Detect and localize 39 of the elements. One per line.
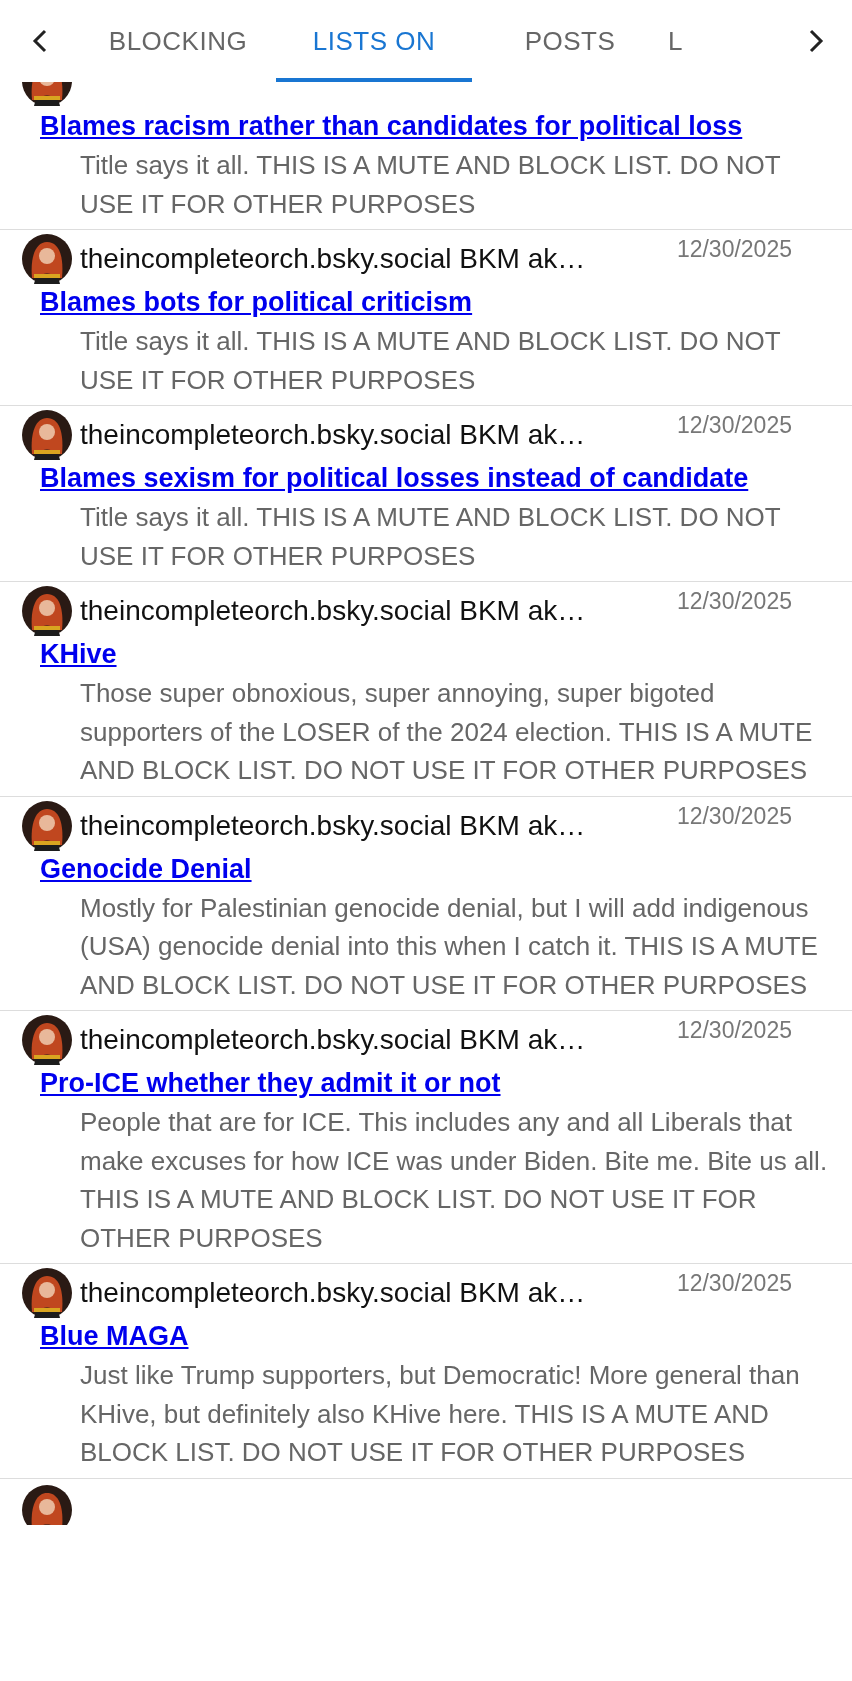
list-title-link[interactable]: Pro-ICE whether they admit it or not — [40, 1063, 501, 1103]
list-description: Just like Trump supporters, but Democratic! More general than KHive, but definitely also KHive here. THIS IS A MUTE AND BLOCK LIST. DO NOT USE IT FOR OTHER PURPOSES — [80, 1359, 801, 1469]
tab[interactable]: L — [668, 0, 716, 82]
list-author: theincompleteorch.bsky.social BKM ak… — [80, 1277, 586, 1309]
avatar — [22, 586, 72, 636]
tab[interactable]: BLOCKING — [80, 0, 276, 82]
list-description: People that are for ICE. This includes any and all Liberals that make excuses for how ICE was under Biden. Bite me. Bite us all. THIS IS A MUTE AND BLOCK LIST. DO NOT USE IT FOR OTHER PURPOSES — [80, 1106, 829, 1255]
list-date: 12/30/2025 — [676, 802, 792, 830]
list-title-link[interactable]: Blames bots for political criticism — [40, 282, 473, 322]
list-author: theincompleteorch.bsky.social BKM ak… — [80, 595, 586, 627]
list-author: theincompleteorch.bsky.social BKM ak… — [80, 419, 586, 451]
avatar — [22, 1484, 72, 1525]
list-description: Title says it all. THIS IS A MUTE AND BLOCK LIST. DO NOT USE IT FOR OTHER PURPOSES — [80, 149, 782, 221]
list-description: Those super obnoxious, super annoying, super bigoted supporters of the LOSER of the 2024 election. THIS IS A MUTE AND BLOCK LIST. DO NOT USE IT FOR OTHER PURPOSES — [80, 677, 814, 787]
avatar — [22, 234, 72, 284]
list-date: 12/30/2025 — [676, 588, 792, 615]
list-date: 12/30/2025 — [676, 1017, 792, 1044]
list-description: Mostly for Palestinian genocide denial, but I will add indigenous (USA) genocide denial into this when I catch it. THIS IS A MUTE AND BLOCK LIST. DO NOT USE IT FOR OTHER PURPOSES — [80, 891, 819, 1002]
tab[interactable]: POSTS — [472, 0, 668, 82]
avatar — [22, 800, 72, 851]
list-author: theincompleteorch.bsky.social BKM ak… — [80, 1024, 586, 1056]
list-title-link[interactable]: Blames racism rather than candidates for political loss — [40, 106, 743, 146]
list-title-link[interactable]: Blames sexism for political losses instead of candidate — [40, 458, 749, 498]
list-description: Title says it all. THIS IS A MUTE AND BLOCK LIST. DO NOT USE IT FOR OTHER PURPOSES — [80, 325, 782, 397]
list-date: 12/30/2025 — [676, 412, 792, 439]
avatar — [22, 410, 72, 460]
list-description: Title says it all. THIS IS A MUTE AND BLOCK LIST. DO NOT USE IT FOR OTHER PURPOSES — [80, 501, 782, 573]
list-date: 12/30/2025 — [676, 236, 792, 263]
list-title-link[interactable]: Blue MAGA — [40, 1316, 189, 1356]
chevron-right-icon — [808, 29, 824, 53]
list-author: theincompleteorch.bsky.social BKM ak… — [80, 243, 586, 275]
avatar — [22, 1015, 72, 1065]
list-date: 12/30/2025 — [676, 1270, 792, 1297]
avatar — [22, 1268, 72, 1318]
list-title-link[interactable]: KHive — [40, 634, 117, 674]
list-title-link[interactable]: Genocide Denial — [40, 848, 252, 889]
list-author: theincompleteorch.bsky.social BKM ak… — [80, 809, 586, 842]
tab[interactable]: LISTS ON — [276, 0, 472, 82]
chevron-left-icon — [32, 29, 48, 53]
